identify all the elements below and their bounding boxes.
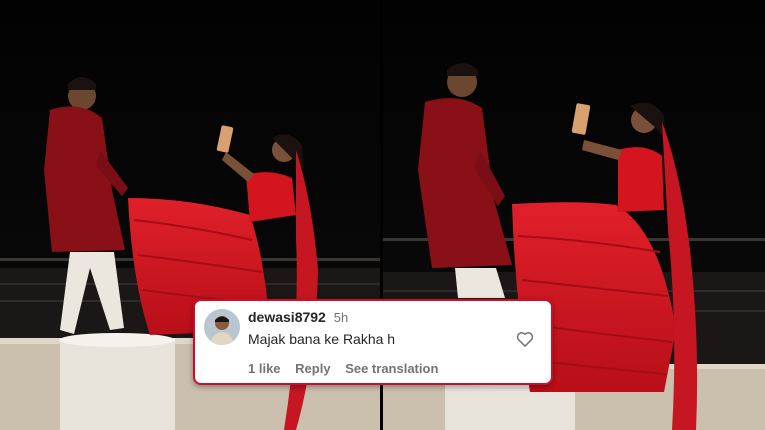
comment-timestamp: 5h [333,310,349,325]
avatar-photo-icon [204,309,240,345]
comment-username[interactable]: dewasi8792 [248,309,326,325]
reply-button[interactable]: Reply [295,361,330,376]
see-translation-button[interactable]: See translation [345,361,438,376]
comment-card: dewasi8792 5h Majak bana ke Rakha h 1 li… [193,299,553,385]
comment-actions: 1 like Reply See translation [248,361,449,376]
comment-header: dewasi8792 5h [248,309,348,326]
comment-text: Majak bana ke Rakha h [248,331,396,347]
heart-outline-icon[interactable] [515,329,535,349]
likes-count-link[interactable]: 1 like [248,361,281,376]
user-avatar[interactable] [204,309,240,345]
